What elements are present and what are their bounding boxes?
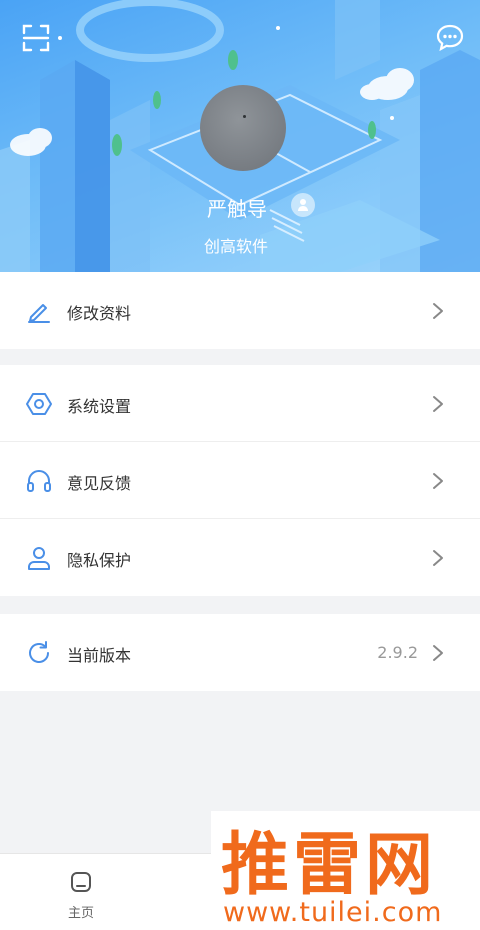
- chevron-right-icon: [432, 472, 444, 490]
- chevron-right-icon: [432, 549, 444, 567]
- menu-item-label: 意见反馈: [67, 474, 132, 493]
- username: 严触导: [207, 197, 267, 221]
- chevron-right-icon: [432, 302, 444, 320]
- menu-item-system-settings[interactable]: 系统设置: [0, 365, 480, 442]
- menu-item-label: 隐私保护: [67, 551, 132, 570]
- menu-item-privacy[interactable]: 隐私保护: [0, 519, 480, 596]
- menu-item-feedback[interactable]: 意见反馈: [0, 442, 480, 519]
- menu-group-settings: 系统设置 意见反馈 隐私保护: [0, 365, 480, 596]
- company-name: 创高软件: [204, 237, 269, 256]
- menu-item-label: 当前版本: [67, 646, 132, 665]
- headset-icon: [26, 468, 52, 494]
- watermark: 推雷网 www.tuilei.com: [211, 811, 480, 930]
- menu-item-edit-profile[interactable]: 修改资料: [0, 272, 480, 349]
- edit-pencil-icon: [26, 298, 52, 324]
- avatar[interactable]: [200, 85, 286, 171]
- tab-home-label: 主页: [67, 906, 94, 921]
- menu-group-version: 当前版本 2.9.2: [0, 614, 480, 691]
- profile-header: 严触导 创高软件: [0, 0, 480, 272]
- settings-hexagon-icon: [26, 391, 52, 417]
- menu-item-label: 修改资料: [67, 304, 132, 323]
- user-badge-icon: [291, 193, 315, 217]
- chevron-right-icon: [432, 644, 444, 662]
- chat-bubble-icon[interactable]: [434, 22, 466, 54]
- scan-icon[interactable]: [20, 22, 52, 54]
- user-icon: [26, 545, 52, 571]
- watermark-title: 推雷网: [221, 826, 438, 905]
- chevron-right-icon: [432, 395, 444, 413]
- menu-group-profile: 修改资料: [0, 272, 480, 349]
- refresh-icon: [26, 640, 52, 666]
- menu-item-label: 系统设置: [67, 397, 132, 416]
- menu-item-version[interactable]: 当前版本 2.9.2: [0, 614, 480, 691]
- home-icon: [69, 872, 93, 898]
- tab-home[interactable]: 主页: [55, 870, 107, 921]
- watermark-url: www.tuilei.com: [223, 897, 443, 928]
- version-number: 2.9.2: [377, 643, 418, 662]
